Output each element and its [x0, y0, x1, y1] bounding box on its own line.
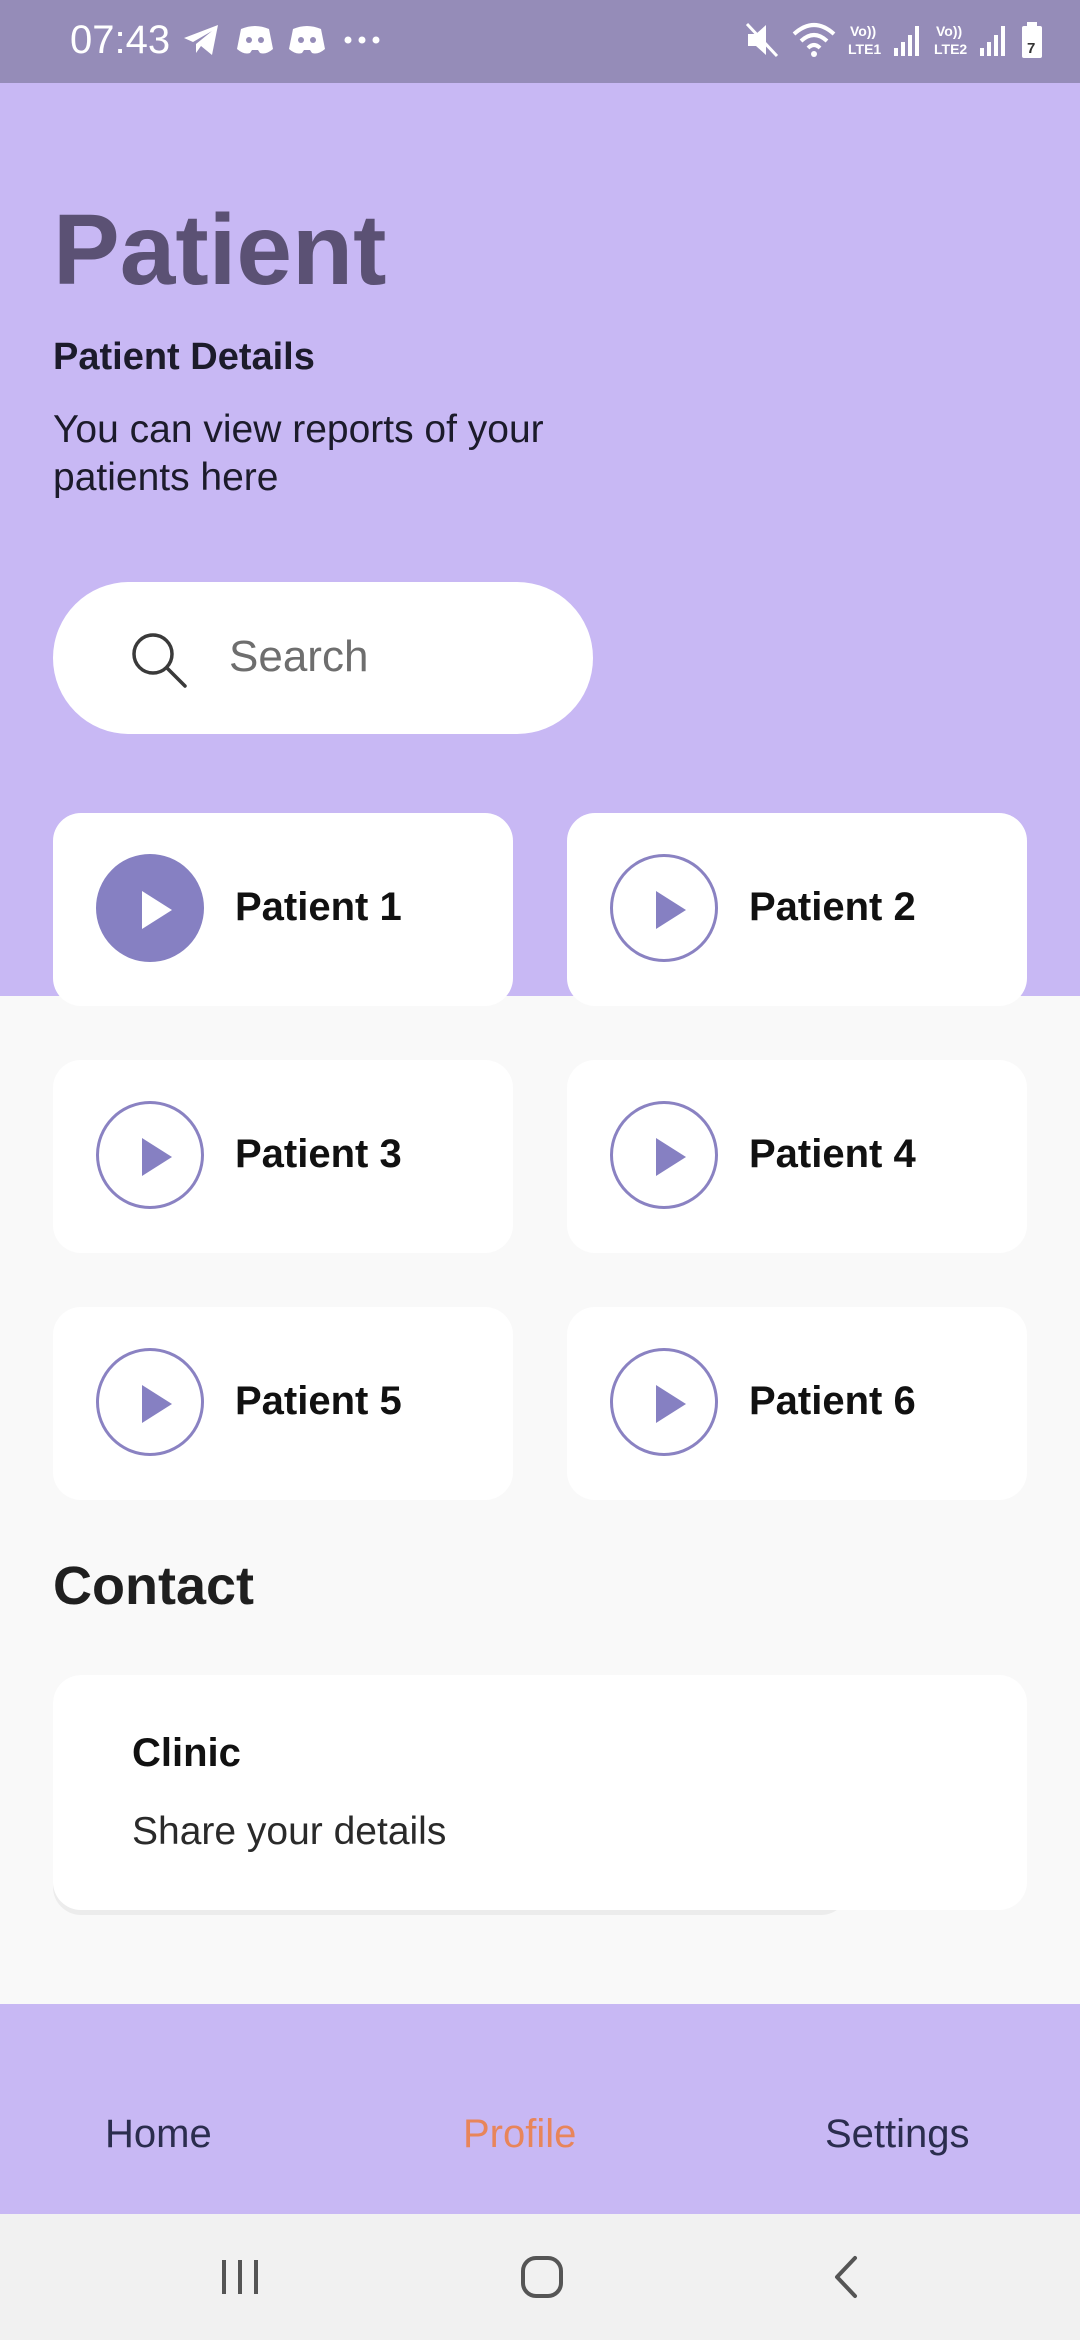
status-system-icons: Vo)) LTE1 Vo)) LTE2 7: [744, 20, 1044, 60]
home-icon[interactable]: [519, 2254, 565, 2300]
wifi-icon: [792, 23, 836, 57]
svg-text:LTE1: LTE1: [848, 41, 881, 57]
status-bar: 07:43 Vo)) LTE1 Vo)) LTE2 7: [0, 0, 1080, 83]
patient-label: Patient 5: [235, 1379, 402, 1423]
signal-lte2-icon: Vo)) LTE2: [934, 23, 1005, 57]
search-icon: [132, 633, 187, 688]
patient-card-2[interactable]: Patient 2: [567, 813, 1027, 1006]
patient-card-4[interactable]: Patient 4: [567, 1060, 1027, 1253]
play-icon[interactable]: [610, 1348, 718, 1456]
patient-label: Patient 1: [235, 885, 402, 929]
contact-heading: Contact: [53, 1556, 254, 1616]
system-nav-bar: [0, 2214, 1080, 2340]
nav-profile[interactable]: Profile: [463, 2112, 576, 2157]
patient-card-6[interactable]: Patient 6: [567, 1307, 1027, 1500]
telegram-icon: [184, 25, 218, 55]
bottom-nav: Home Profile Settings: [0, 2004, 1080, 2214]
patient-label: Patient 4: [749, 1132, 916, 1176]
signal-lte1-icon: Vo)) LTE1: [848, 23, 919, 57]
mute-icon: [745, 22, 779, 58]
contact-card[interactable]: Clinic Share your details: [53, 1675, 1027, 1910]
page-subtitle: Patient Details: [53, 336, 315, 378]
patient-label: Patient 3: [235, 1132, 402, 1176]
patient-card-5[interactable]: Patient 5: [53, 1307, 513, 1500]
play-icon[interactable]: [96, 1348, 204, 1456]
contact-card-title: Clinic: [132, 1731, 241, 1775]
more-dots-icon: [344, 36, 380, 44]
contact-card-subtitle: Share your details: [132, 1810, 447, 1853]
play-icon[interactable]: [610, 1101, 718, 1209]
play-icon[interactable]: [96, 854, 204, 962]
search-bar[interactable]: Search: [53, 582, 593, 734]
patient-label: Patient 2: [749, 885, 916, 929]
nav-settings[interactable]: Settings: [825, 2112, 970, 2157]
discord-icon: [289, 26, 325, 54]
svg-text:LTE2: LTE2: [934, 41, 967, 57]
recent-apps-icon[interactable]: [218, 2256, 264, 2298]
nav-home[interactable]: Home: [105, 2112, 212, 2157]
page-title: Patient: [53, 194, 387, 306]
search-input[interactable]: Search: [229, 632, 368, 682]
discord-icon: [237, 26, 273, 54]
battery-icon: 7: [1022, 22, 1042, 58]
back-icon[interactable]: [829, 2254, 865, 2300]
patient-card-1[interactable]: Patient 1: [53, 813, 513, 1006]
battery-level: 7: [1027, 40, 1035, 57]
svg-text:Vo)): Vo)): [850, 23, 876, 39]
patient-card-3[interactable]: Patient 3: [53, 1060, 513, 1253]
play-icon[interactable]: [610, 854, 718, 962]
status-notification-icons: [182, 22, 384, 58]
svg-text:Vo)): Vo)): [936, 23, 962, 39]
play-icon[interactable]: [96, 1101, 204, 1209]
status-time: 07:43: [70, 18, 171, 62]
page-description: You can view reports of your patients he…: [53, 408, 544, 499]
patient-label: Patient 6: [749, 1379, 916, 1423]
